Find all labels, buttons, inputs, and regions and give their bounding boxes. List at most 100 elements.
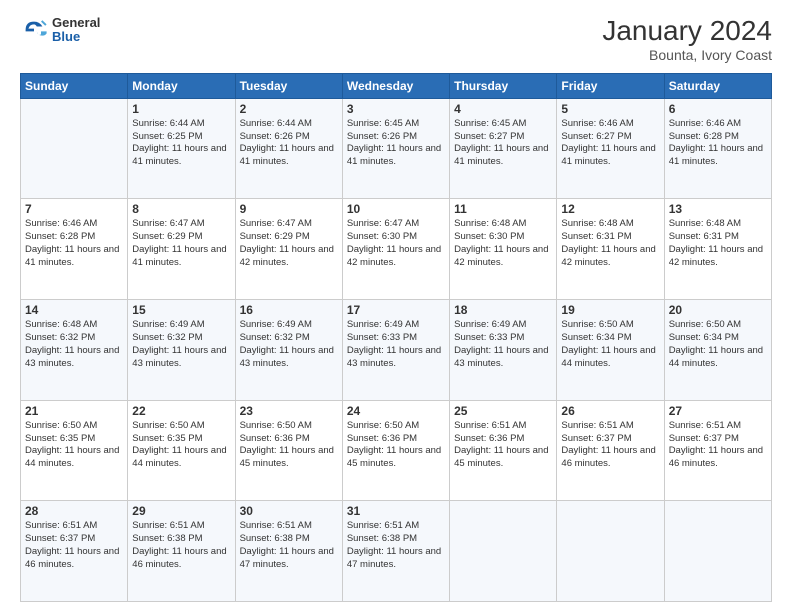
day-info: Sunrise: 6:46 AMSunset: 6:28 PMDaylight:…: [669, 118, 767, 169]
day-number: 29: [132, 504, 230, 518]
day-number: 3: [347, 102, 445, 116]
calendar-cell: 14 Sunrise: 6:48 AMSunset: 6:32 PMDayligh…: [21, 300, 128, 401]
calendar-cell: 17Sunrise: 6:49 AMSunset: 6:33 PMDayligh…: [342, 300, 449, 401]
logo-text: General Blue: [52, 16, 100, 45]
calendar-cell: 15 Sunrise: 6:49 AMSunset: 6:32 PMDayligh…: [128, 300, 235, 401]
day-info: Sunrise: 6:51 AMSunset: 6:37 PMDaylight:…: [669, 420, 767, 471]
day-info: Sunrise: 6:49 AMSunset: 6:32 PMDaylight:…: [132, 319, 230, 370]
day-info: Sunrise: 6:46 AMSunset: 6:27 PMDaylight:…: [561, 118, 659, 169]
calendar-cell: 19 Sunrise: 6:50 AMSunset: 6:34 PMDayligh…: [557, 300, 664, 401]
calendar-cell: 23 Sunrise: 6:50 AMSunset: 6:36 PMDayligh…: [235, 400, 342, 501]
day-number: 2: [240, 102, 338, 116]
day-info: Sunrise: 6:50 AMSunset: 6:36 PMDaylight:…: [240, 420, 338, 471]
day-number: 6: [669, 102, 767, 116]
day-number: 5: [561, 102, 659, 116]
day-number: 30: [240, 504, 338, 518]
calendar-cell: [450, 501, 557, 602]
day-number: 23: [240, 404, 338, 418]
calendar-table: SundayMondayTuesdayWednesdayThursdayFrid…: [20, 73, 772, 602]
logo-line2: Blue: [52, 30, 100, 44]
day-info: Sunrise: 6:47 AMSunset: 6:29 PMDaylight:…: [240, 218, 338, 269]
day-info: Sunrise: 6:50 AMSunset: 6:34 PMDaylight:…: [561, 319, 659, 370]
calendar-cell: 24 Sunrise: 6:50 AMSunset: 6:36 PMDayligh…: [342, 400, 449, 501]
weekday-header: Saturday: [664, 73, 771, 98]
day-number: 21: [25, 404, 123, 418]
day-info: Sunrise: 6:48 AMSunset: 6:31 PMDaylight:…: [669, 218, 767, 269]
day-number: 19: [561, 303, 659, 317]
header: General Blue January 2024 Bounta, Ivory …: [20, 16, 772, 63]
calendar-cell: 22Sunrise: 6:50 AMSunset: 6:35 PMDayligh…: [128, 400, 235, 501]
day-info: Sunrise: 6:51 AMSunset: 6:38 PMDaylight:…: [347, 520, 445, 571]
day-number: 4: [454, 102, 552, 116]
day-info: Sunrise: 6:50 AMSunset: 6:34 PMDaylight:…: [669, 319, 767, 370]
calendar-cell: [557, 501, 664, 602]
calendar-cell: 10 Sunrise: 6:47 AMSunset: 6:30 PMDayligh…: [342, 199, 449, 300]
weekday-header: Friday: [557, 73, 664, 98]
calendar-cell: 12Sunrise: 6:48 AMSunset: 6:31 PMDayligh…: [557, 199, 664, 300]
weekday-header: Monday: [128, 73, 235, 98]
calendar-week-row: 14 Sunrise: 6:48 AMSunset: 6:32 PMDayligh…: [21, 300, 772, 401]
calendar-cell: 20 Sunrise: 6:50 AMSunset: 6:34 PMDayligh…: [664, 300, 771, 401]
day-info: Sunrise: 6:50 AMSunset: 6:35 PMDaylight:…: [132, 420, 230, 471]
day-number: 16: [240, 303, 338, 317]
calendar-subtitle: Bounta, Ivory Coast: [602, 47, 772, 63]
page: General Blue January 2024 Bounta, Ivory …: [0, 0, 792, 612]
day-number: 14: [25, 303, 123, 317]
calendar-cell: [664, 501, 771, 602]
day-number: 10: [347, 202, 445, 216]
calendar-cell: 13 Sunrise: 6:48 AMSunset: 6:31 PMDayligh…: [664, 199, 771, 300]
day-info: Sunrise: 6:51 AMSunset: 6:36 PMDaylight:…: [454, 420, 552, 471]
day-info: Sunrise: 6:48 AMSunset: 6:32 PMDaylight:…: [25, 319, 123, 370]
calendar-cell: 26 Sunrise: 6:51 AMSunset: 6:37 PMDayligh…: [557, 400, 664, 501]
calendar-cell: 31 Sunrise: 6:51 AMSunset: 6:38 PMDayligh…: [342, 501, 449, 602]
calendar-cell: 18Sunrise: 6:49 AMSunset: 6:33 PMDayligh…: [450, 300, 557, 401]
day-info: Sunrise: 6:47 AMSunset: 6:30 PMDaylight:…: [347, 218, 445, 269]
day-number: 20: [669, 303, 767, 317]
weekday-header: Tuesday: [235, 73, 342, 98]
weekday-header: Wednesday: [342, 73, 449, 98]
weekday-header-row: SundayMondayTuesdayWednesdayThursdayFrid…: [21, 73, 772, 98]
day-number: 12: [561, 202, 659, 216]
day-info: Sunrise: 6:50 AMSunset: 6:36 PMDaylight:…: [347, 420, 445, 471]
day-number: 28: [25, 504, 123, 518]
weekday-header: Thursday: [450, 73, 557, 98]
day-number: 7: [25, 202, 123, 216]
day-info: Sunrise: 6:48 AMSunset: 6:30 PMDaylight:…: [454, 218, 552, 269]
calendar-cell: 7Sunrise: 6:46 AMSunset: 6:28 PMDaylight…: [21, 199, 128, 300]
day-number: 17: [347, 303, 445, 317]
day-number: 13: [669, 202, 767, 216]
day-number: 26: [561, 404, 659, 418]
calendar-cell: 16Sunrise: 6:49 AMSunset: 6:32 PMDayligh…: [235, 300, 342, 401]
day-number: 24: [347, 404, 445, 418]
calendar-week-row: 1 Sunrise: 6:44 AMSunset: 6:25 PMDaylight…: [21, 98, 772, 199]
calendar-cell: 30 Sunrise: 6:51 AMSunset: 6:38 PMDayligh…: [235, 501, 342, 602]
calendar-week-row: 21 Sunrise: 6:50 AMSunset: 6:35 PMDayligh…: [21, 400, 772, 501]
day-number: 31: [347, 504, 445, 518]
day-info: Sunrise: 6:44 AMSunset: 6:25 PMDaylight:…: [132, 118, 230, 169]
calendar-cell: 9 Sunrise: 6:47 AMSunset: 6:29 PMDaylight…: [235, 199, 342, 300]
logo-line1: General: [52, 16, 100, 30]
day-info: Sunrise: 6:45 AMSunset: 6:26 PMDaylight:…: [347, 118, 445, 169]
calendar-cell: 25Sunrise: 6:51 AMSunset: 6:36 PMDayligh…: [450, 400, 557, 501]
day-number: 18: [454, 303, 552, 317]
calendar-cell: 8 Sunrise: 6:47 AMSunset: 6:29 PMDaylight…: [128, 199, 235, 300]
day-number: 15: [132, 303, 230, 317]
day-number: 11: [454, 202, 552, 216]
calendar-cell: 11 Sunrise: 6:48 AMSunset: 6:30 PMDayligh…: [450, 199, 557, 300]
day-number: 27: [669, 404, 767, 418]
calendar-cell: 29Sunrise: 6:51 AMSunset: 6:38 PMDayligh…: [128, 501, 235, 602]
calendar-cell: 2 Sunrise: 6:44 AMSunset: 6:26 PMDaylight…: [235, 98, 342, 199]
calendar-cell: 6 Sunrise: 6:46 AMSunset: 6:28 PMDaylight…: [664, 98, 771, 199]
day-info: Sunrise: 6:47 AMSunset: 6:29 PMDaylight:…: [132, 218, 230, 269]
day-info: Sunrise: 6:51 AMSunset: 6:37 PMDaylight:…: [561, 420, 659, 471]
day-number: 1: [132, 102, 230, 116]
day-info: Sunrise: 6:51 AMSunset: 6:38 PMDaylight:…: [240, 520, 338, 571]
calendar-cell: 28 Sunrise: 6:51 AMSunset: 6:37 PMDayligh…: [21, 501, 128, 602]
day-number: 9: [240, 202, 338, 216]
logo: General Blue: [20, 16, 100, 45]
day-info: Sunrise: 6:44 AMSunset: 6:26 PMDaylight:…: [240, 118, 338, 169]
title-block: January 2024 Bounta, Ivory Coast: [602, 16, 772, 63]
calendar-week-row: 28 Sunrise: 6:51 AMSunset: 6:37 PMDayligh…: [21, 501, 772, 602]
day-number: 8: [132, 202, 230, 216]
day-info: Sunrise: 6:51 AMSunset: 6:37 PMDaylight:…: [25, 520, 123, 571]
